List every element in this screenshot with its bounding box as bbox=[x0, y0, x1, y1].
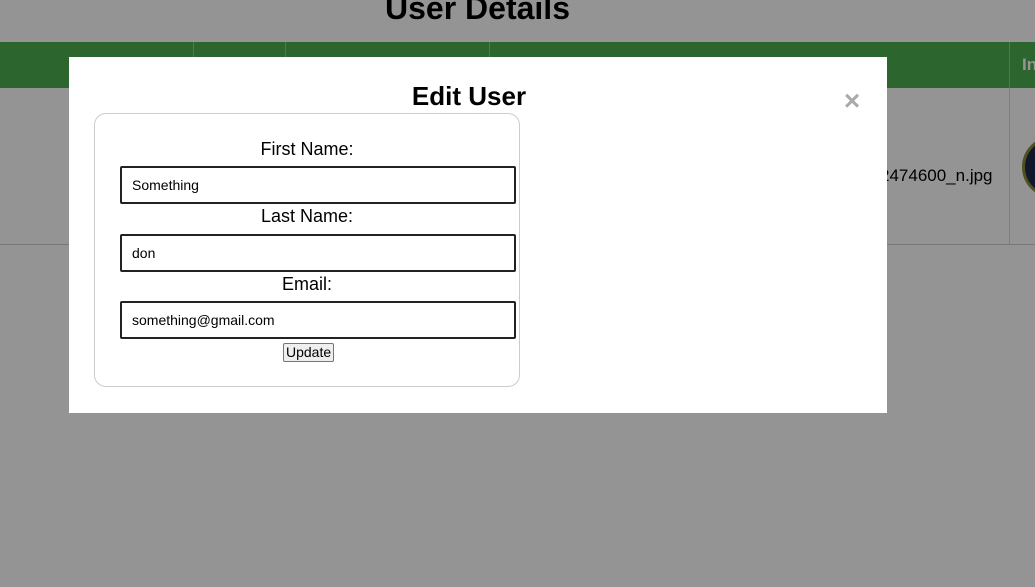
update-button[interactable]: Update bbox=[283, 343, 335, 362]
edit-user-modal: Edit User × First Name: Last Name: Email… bbox=[69, 57, 887, 413]
close-icon[interactable]: × bbox=[840, 87, 864, 115]
first-name-field[interactable] bbox=[120, 166, 516, 204]
modal-title: Edit User bbox=[411, 81, 527, 111]
email-field[interactable] bbox=[120, 301, 516, 339]
last-name-label: Last Name: bbox=[260, 206, 354, 226]
last-name-field[interactable] bbox=[120, 234, 516, 272]
edit-user-form: First Name: Last Name: Email: Update bbox=[94, 113, 520, 387]
email-label: Email: bbox=[281, 274, 332, 294]
first-name-label: First Name: bbox=[260, 139, 354, 159]
